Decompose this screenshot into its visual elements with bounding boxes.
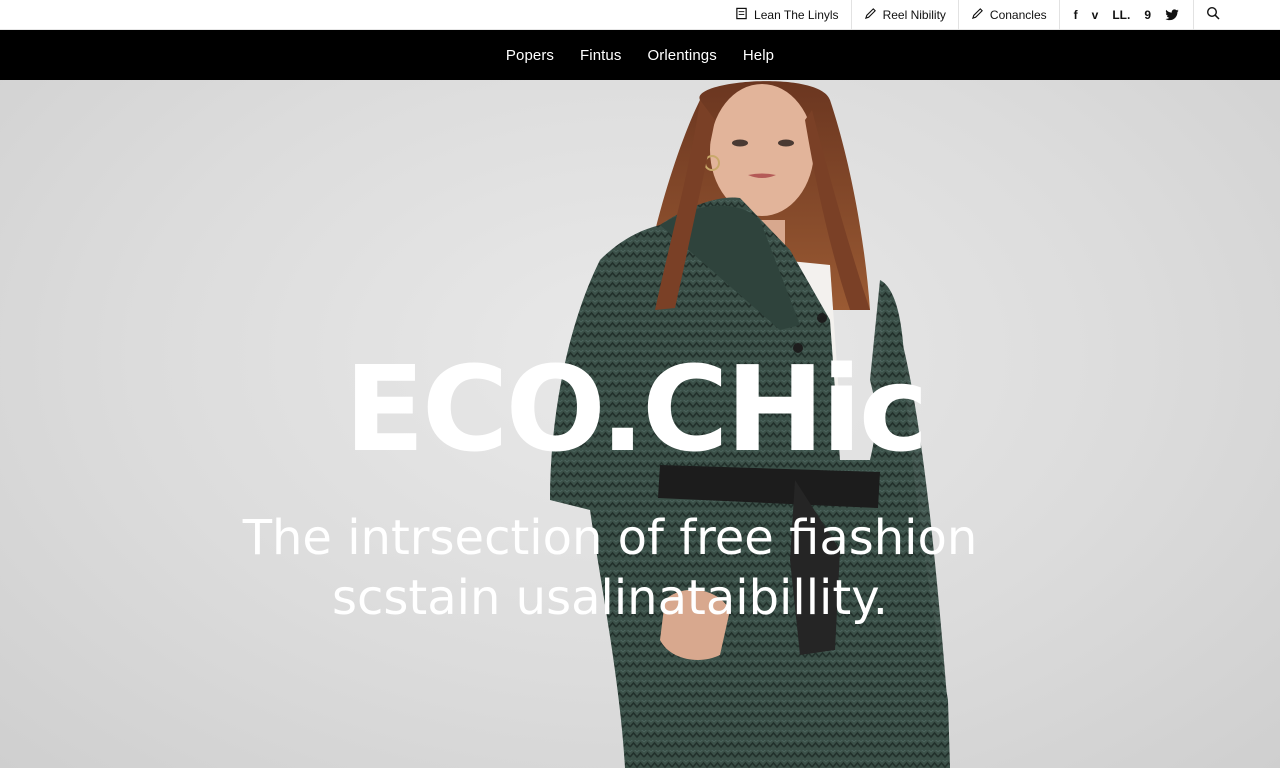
social-links: f v LL. 9 xyxy=(1060,0,1194,30)
utility-link-label: Lean The Linyls xyxy=(754,7,839,22)
utility-link-lean[interactable]: Lean The Linyls xyxy=(723,0,852,30)
utility-link-reel[interactable]: Reel Nibility xyxy=(852,0,959,30)
nav-item-fintus[interactable]: Fintus xyxy=(580,47,621,64)
vimeo-icon[interactable]: v xyxy=(1092,9,1099,21)
hero-tagline-line-2: scstain usalinataibillity. xyxy=(331,570,889,626)
hero-title: ECO.CHic xyxy=(344,340,929,478)
search-button[interactable] xyxy=(1194,6,1220,23)
hero-tagline-line-1: The intrsection of free fiashion xyxy=(242,510,978,566)
nav-item-orlentings[interactable]: Orlentings xyxy=(647,47,716,64)
utility-link-label: Conancles xyxy=(989,7,1047,22)
pen-icon xyxy=(864,7,877,23)
pinterest-icon[interactable]: 9 xyxy=(1144,9,1151,21)
nav-item-popers[interactable]: Popers xyxy=(506,47,554,64)
utility-link-label: Reel Nibility xyxy=(882,7,946,22)
pen-icon xyxy=(971,7,984,23)
utility-link-conancles[interactable]: Conancles xyxy=(959,0,1060,30)
main-nav: Popers Fintus Orlentings Help xyxy=(0,30,1280,80)
facebook-icon[interactable]: f xyxy=(1074,9,1078,21)
linkedin-icon[interactable]: LL. xyxy=(1112,9,1130,21)
nav-item-help[interactable]: Help xyxy=(743,47,774,64)
utility-bar: Lean The Linyls Reel Nibility Conancles … xyxy=(0,0,1280,30)
document-icon xyxy=(735,7,748,23)
twitter-icon[interactable] xyxy=(1165,8,1179,22)
search-icon xyxy=(1206,6,1220,23)
hero-section: ECO.CHic The intrsection of free fiashio… xyxy=(0,80,1280,768)
hero-tagline: The intrsection of free fiashion scstain… xyxy=(230,508,990,628)
